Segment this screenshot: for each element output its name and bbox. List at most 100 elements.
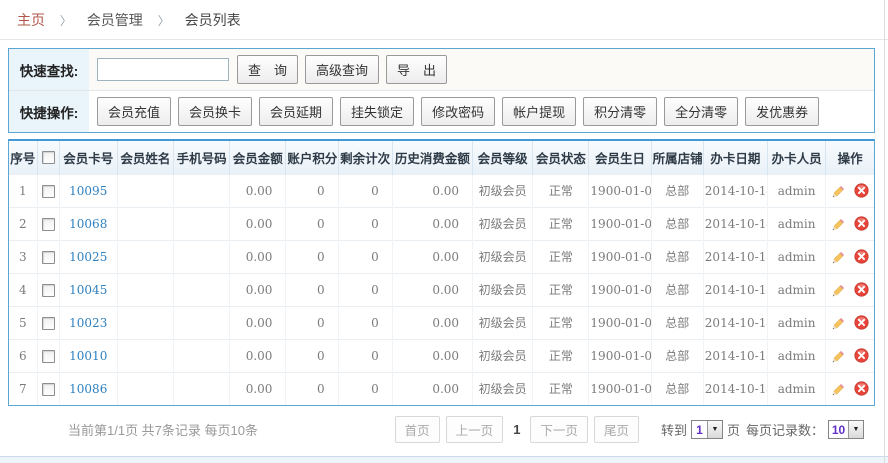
phone-cell (174, 273, 230, 306)
birthday-cell: 1900-01-01 (589, 240, 651, 273)
index-cell: 6 (9, 339, 37, 372)
amount-cell: 0.00 (230, 339, 286, 372)
row-actions-cell (826, 207, 874, 240)
send-coupon-button[interactable]: 发优惠券 (745, 97, 819, 126)
status-cell: 正常 (533, 240, 589, 273)
history-cell: 0.00 (392, 339, 472, 372)
row-checkbox[interactable] (42, 185, 55, 198)
row-checkbox[interactable] (42, 350, 55, 363)
table-row: 6100100.00000.00初级会员正常1900-01-01总部2014-1… (9, 339, 874, 372)
level-cell: 初级会员 (473, 339, 533, 372)
row-checkbox[interactable] (42, 284, 55, 297)
status-cell: 正常 (533, 339, 589, 372)
reg_date-cell: 2014-10-14 (703, 273, 767, 306)
select-all-checkbox[interactable] (42, 151, 55, 164)
index-cell: 4 (9, 273, 37, 306)
phone-cell (174, 240, 230, 273)
delete-icon (854, 381, 869, 396)
clear-points-button[interactable]: 积分清零 (583, 97, 657, 126)
chevron-down-icon: ▼ (707, 421, 722, 438)
breadcrumb-home[interactable]: 主页 (17, 12, 45, 28)
last-page-button[interactable]: 尾页 (594, 416, 639, 443)
member-card-link[interactable]: 10068 (69, 217, 107, 231)
member-table-panel: 序号会员卡号会员姓名手机号码会员金额账户积分剩余计次历史消费金额会员等级会员状态… (8, 139, 875, 406)
row-checkbox[interactable] (42, 317, 55, 330)
clear-all-points-button[interactable]: 全分清零 (664, 97, 738, 126)
page-size-select[interactable]: 10 ▼ (828, 420, 864, 439)
current-page-number: 1 (513, 422, 520, 437)
row-checkbox[interactable] (42, 251, 55, 264)
delete-button[interactable] (854, 348, 869, 363)
row-checkbox-cell (37, 207, 59, 240)
level-cell: 初级会员 (473, 207, 533, 240)
toolbar-panel: 快速查找: 查 询 高级查询 导 出 快捷操作: 会员充值 会员换卡 会员延期 … (8, 48, 875, 133)
member-table: 序号会员卡号会员姓名手机号码会员金额账户积分剩余计次历史消费金额会员等级会员状态… (9, 141, 874, 405)
column-header-times: 剩余计次 (338, 141, 392, 174)
breadcrumb-member-management[interactable]: 会员管理 (87, 12, 143, 28)
pencil-icon (832, 217, 846, 231)
times-cell: 0 (338, 372, 392, 405)
amount-cell: 0.00 (230, 174, 286, 207)
search-button[interactable]: 查 询 (237, 55, 298, 84)
prev-page-button[interactable]: 上一页 (446, 416, 504, 443)
delete-button[interactable] (854, 315, 869, 330)
edit-button[interactable] (832, 349, 846, 363)
delete-button[interactable] (854, 282, 869, 297)
edit-button[interactable] (832, 250, 846, 264)
phone-cell (174, 339, 230, 372)
delete-button[interactable] (854, 183, 869, 198)
status-cell: 正常 (533, 207, 589, 240)
column-header-index: 序号 (9, 141, 37, 174)
member-recharge-button[interactable]: 会员充值 (97, 97, 171, 126)
row-checkbox[interactable] (42, 383, 55, 396)
row-actions-cell (826, 339, 874, 372)
column-header-history: 历史消费金额 (392, 141, 472, 174)
card-no-cell: 10010 (59, 339, 117, 372)
delete-button[interactable] (854, 249, 869, 264)
member-card-link[interactable]: 10010 (69, 349, 107, 363)
member-card-link[interactable]: 10023 (69, 316, 107, 330)
report-loss-lock-button[interactable]: 挂失锁定 (340, 97, 414, 126)
first-page-button[interactable]: 首页 (395, 416, 440, 443)
status-cell: 正常 (533, 372, 589, 405)
index-cell: 1 (9, 174, 37, 207)
edit-button[interactable] (832, 184, 846, 198)
edit-button[interactable] (832, 283, 846, 297)
next-page-button[interactable]: 下一页 (530, 416, 588, 443)
table-row: 1100950.00000.00初级会员正常1900-01-01总部2014-1… (9, 174, 874, 207)
store-cell: 总部 (651, 372, 703, 405)
change-password-button[interactable]: 修改密码 (421, 97, 495, 126)
name-cell (117, 372, 173, 405)
search-input[interactable] (97, 58, 229, 81)
goto-page-select[interactable]: 1 ▼ (691, 420, 723, 439)
member-change-card-button[interactable]: 会员换卡 (178, 97, 252, 126)
page-size-value: 10 (829, 421, 848, 438)
delete-button[interactable] (854, 381, 869, 396)
amount-cell: 0.00 (230, 207, 286, 240)
account-withdraw-button[interactable]: 帐户提现 (502, 97, 576, 126)
advanced-search-button[interactable]: 高级查询 (305, 55, 379, 84)
member-card-link[interactable]: 10086 (69, 382, 107, 396)
amount-cell: 0.00 (230, 240, 286, 273)
table-row: 4100450.00000.00初级会员正常1900-01-01总部2014-1… (9, 273, 874, 306)
row-checkbox[interactable] (42, 218, 55, 231)
edit-button[interactable] (832, 217, 846, 231)
member-card-link[interactable]: 10025 (69, 250, 107, 264)
pencil-icon (832, 184, 846, 198)
delete-icon (854, 348, 869, 363)
member-card-link[interactable]: 10095 (69, 184, 107, 198)
export-button[interactable]: 导 出 (386, 55, 447, 84)
edit-button[interactable] (832, 382, 846, 396)
member-extend-button[interactable]: 会员延期 (259, 97, 333, 126)
name-cell (117, 339, 173, 372)
column-header-status: 会员状态 (533, 141, 589, 174)
store-cell: 总部 (651, 240, 703, 273)
delete-button[interactable] (854, 216, 869, 231)
quick-actions-label: 快捷操作: (9, 91, 89, 132)
member-card-link[interactable]: 10045 (69, 283, 107, 297)
card-no-cell: 10095 (59, 174, 117, 207)
edit-button[interactable] (832, 316, 846, 330)
history-cell: 0.00 (392, 372, 472, 405)
column-header-phone: 手机号码 (174, 141, 230, 174)
points-cell: 0 (286, 273, 338, 306)
